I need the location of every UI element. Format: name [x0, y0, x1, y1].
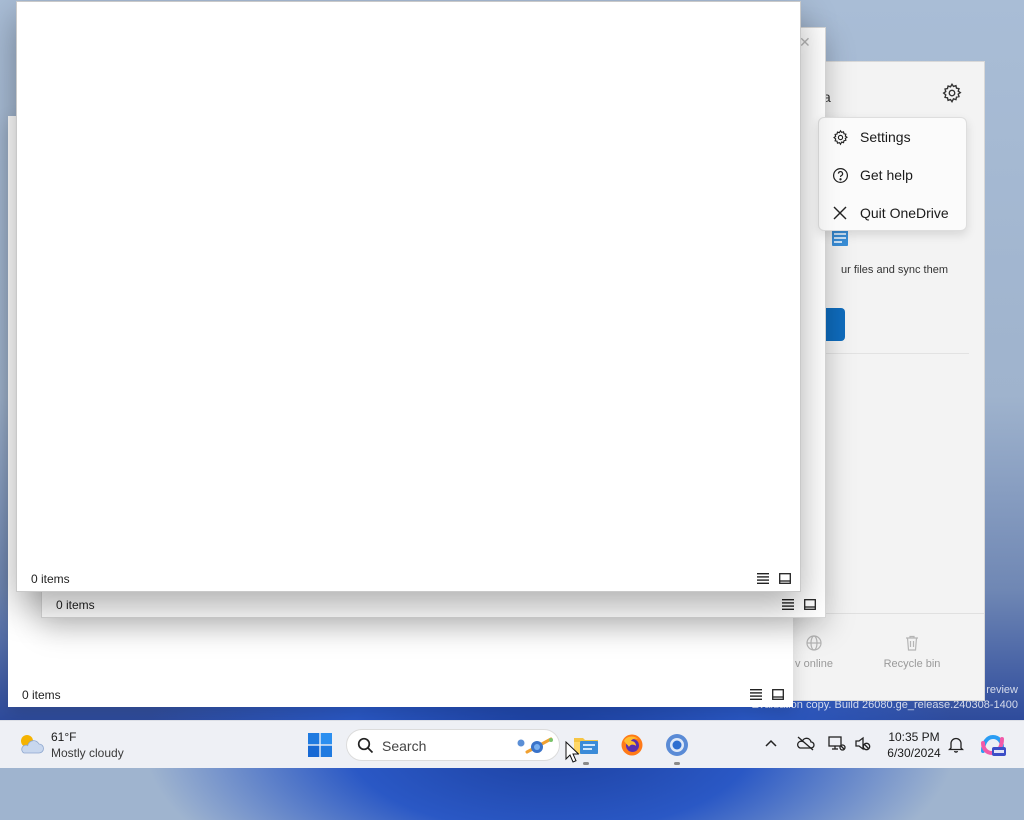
notifications-button[interactable] — [947, 736, 965, 756]
onedrive-settings-menu: Settings Get help Quit OneDrive — [818, 117, 967, 231]
tiles-view-icon — [804, 598, 816, 610]
taskbar-firefox[interactable] — [616, 729, 648, 761]
onedrive-description: ur files and sync them — [841, 264, 948, 276]
taskbar: 61°F Mostly cloudy Search 10:35 PM 6/30/… — [0, 720, 1024, 768]
mouse-cursor-icon — [565, 741, 579, 763]
tiles-view-button[interactable] — [771, 687, 785, 701]
onedrive-illustration-icon — [831, 228, 849, 248]
network-icon — [828, 736, 846, 751]
windows-logo-icon — [308, 733, 332, 757]
onedrive-footer: v online Recycle bin — [793, 613, 984, 700]
start-button[interactable] — [308, 733, 332, 757]
show-hidden-icons-button[interactable] — [764, 737, 778, 751]
weather-widget[interactable]: 61°F Mostly cloudy — [16, 727, 166, 763]
taskbar-clock[interactable]: 10:35 PM 6/30/2024 — [880, 729, 948, 761]
chrome-icon — [666, 734, 688, 756]
bell-icon — [947, 737, 965, 753]
status-bar: 0 items — [8, 681, 793, 707]
menu-item-label: Get help — [860, 167, 913, 183]
trash-icon — [906, 635, 918, 651]
onedrive-offline-icon — [797, 736, 815, 751]
close-icon — [831, 204, 849, 222]
details-view-icon — [757, 572, 769, 584]
search-placeholder: Search — [382, 738, 427, 754]
search-highlight-icon — [517, 737, 553, 754]
item-count: 0 items — [31, 572, 70, 586]
details-view-button[interactable] — [756, 571, 770, 585]
menu-item-quit-onedrive[interactable]: Quit OneDrive — [819, 196, 966, 230]
details-view-icon — [750, 688, 762, 700]
menu-item-label: Quit OneDrive — [860, 205, 949, 221]
tiles-view-icon — [779, 572, 791, 584]
taskbar-search[interactable]: Search — [346, 729, 560, 761]
taskbar-chrome[interactable] — [661, 729, 693, 765]
tiles-view-icon — [772, 688, 784, 700]
help-icon — [831, 166, 849, 184]
details-view-button[interactable] — [781, 597, 795, 611]
view-online-label: v online — [795, 658, 833, 670]
globe-icon — [806, 635, 822, 651]
details-view-icon — [782, 598, 794, 610]
chevron-up-icon — [765, 739, 777, 747]
running-indicator — [583, 762, 589, 765]
explorer-window-front[interactable]: 0 items — [16, 1, 801, 592]
gear-icon — [831, 128, 849, 146]
tray-network[interactable] — [828, 735, 846, 753]
copilot-button[interactable] — [980, 733, 1006, 760]
gear-icon — [942, 83, 962, 104]
status-bar: 0 items — [17, 565, 800, 591]
details-view-button[interactable] — [749, 687, 763, 701]
firefox-icon — [621, 734, 643, 756]
recycle-bin-label: Recycle bin — [883, 658, 941, 670]
running-indicator — [674, 762, 680, 765]
tiles-view-button[interactable] — [803, 597, 817, 611]
search-icon — [357, 737, 374, 754]
tiles-view-button[interactable] — [778, 571, 792, 585]
onedrive-divider — [807, 353, 969, 354]
item-count: 0 items — [22, 688, 61, 702]
weather-temperature: 61°F — [51, 730, 77, 744]
clock-date: 6/30/2024 — [887, 746, 941, 760]
menu-item-get-help[interactable]: Get help — [819, 158, 966, 192]
weather-condition: Mostly cloudy — [51, 746, 124, 760]
menu-item-label: Settings — [860, 129, 911, 145]
onedrive-settings-button[interactable] — [941, 82, 963, 104]
item-count: 0 items — [56, 598, 95, 612]
partly-cloudy-icon — [21, 735, 44, 754]
recycle-bin-button[interactable]: Recycle bin — [877, 634, 947, 670]
copilot-icon — [981, 734, 1006, 756]
tray-volume[interactable] — [854, 735, 872, 753]
menu-item-settings[interactable]: Settings — [819, 120, 966, 154]
volume-muted-icon — [855, 736, 871, 751]
tray-onedrive[interactable] — [796, 735, 815, 753]
clock-time: 10:35 PM — [888, 730, 940, 744]
status-bar: 0 items — [42, 591, 825, 617]
